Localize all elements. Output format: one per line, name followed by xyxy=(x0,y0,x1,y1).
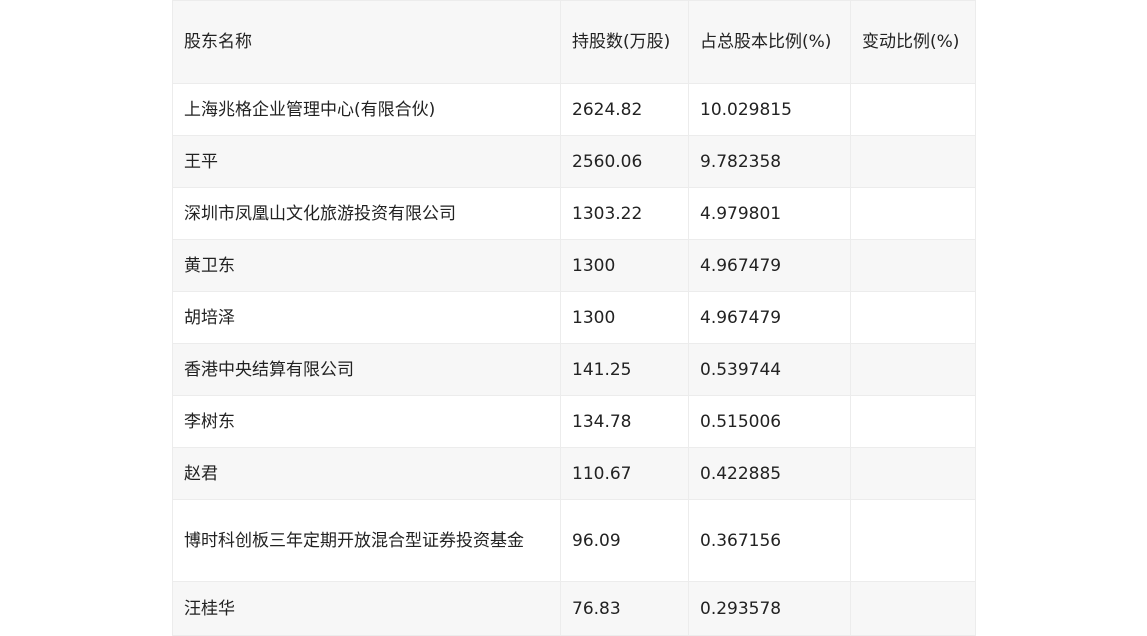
cell-shareholder-name: 深圳市凤凰山文化旅游投资有限公司 xyxy=(172,187,561,240)
cell-shares-held: 141.25 xyxy=(560,343,689,396)
table-row: 深圳市凤凰山文化旅游投资有限公司 1303.22 4.979801 xyxy=(172,187,976,240)
cell-shares-held: 1303.22 xyxy=(560,187,689,240)
cell-change-ratio xyxy=(850,499,976,582)
cell-shares-held: 76.83 xyxy=(560,581,689,636)
cell-share-ratio: 4.979801 xyxy=(688,187,851,240)
cell-share-ratio: 9.782358 xyxy=(688,135,851,188)
cell-change-ratio xyxy=(850,581,976,636)
cell-share-ratio: 0.515006 xyxy=(688,395,851,448)
cell-share-ratio: 10.029815 xyxy=(688,83,851,136)
cell-change-ratio xyxy=(850,343,976,396)
cell-change-ratio xyxy=(850,239,976,292)
cell-shares-held: 134.78 xyxy=(560,395,689,448)
cell-shares-held: 2560.06 xyxy=(560,135,689,188)
cell-change-ratio xyxy=(850,291,976,344)
table-row: 胡培泽 1300 4.967479 xyxy=(172,291,976,344)
cell-change-ratio xyxy=(850,187,976,240)
cell-shareholder-name: 上海兆格企业管理中心(有限合伙) xyxy=(172,83,561,136)
cell-change-ratio xyxy=(850,447,976,500)
cell-shareholder-name: 赵君 xyxy=(172,447,561,500)
table-row: 博时科创板三年定期开放混合型证券投资基金 96.09 0.367156 xyxy=(172,499,976,582)
cell-shares-held: 96.09 xyxy=(560,499,689,582)
table-row: 上海兆格企业管理中心(有限合伙) 2624.82 10.029815 xyxy=(172,83,976,136)
shareholder-table: 股东名称 持股数(万股) 占总股本比例(%) 变动比例(%) 上海兆格企业管理中… xyxy=(172,0,976,636)
cell-shareholder-name: 李树东 xyxy=(172,395,561,448)
cell-shareholder-name: 汪桂华 xyxy=(172,581,561,636)
cell-share-ratio: 0.293578 xyxy=(688,581,851,636)
table-row: 赵君 110.67 0.422885 xyxy=(172,447,976,500)
cell-change-ratio xyxy=(850,395,976,448)
cell-shares-held: 110.67 xyxy=(560,447,689,500)
cell-shareholder-name: 香港中央结算有限公司 xyxy=(172,343,561,396)
table-row: 王平 2560.06 9.782358 xyxy=(172,135,976,188)
cell-shareholder-name: 黄卫东 xyxy=(172,239,561,292)
cell-share-ratio: 4.967479 xyxy=(688,239,851,292)
cell-shareholder-name: 胡培泽 xyxy=(172,291,561,344)
header-shares-held: 持股数(万股) xyxy=(560,0,689,84)
cell-shareholder-name: 王平 xyxy=(172,135,561,188)
cell-share-ratio: 0.422885 xyxy=(688,447,851,500)
cell-share-ratio: 4.967479 xyxy=(688,291,851,344)
header-share-ratio: 占总股本比例(%) xyxy=(688,0,851,84)
cell-change-ratio xyxy=(850,135,976,188)
table-row: 香港中央结算有限公司 141.25 0.539744 xyxy=(172,343,976,396)
table-row: 汪桂华 76.83 0.293578 xyxy=(172,581,976,636)
cell-shares-held: 1300 xyxy=(560,291,689,344)
table-row: 李树东 134.78 0.515006 xyxy=(172,395,976,448)
cell-shares-held: 2624.82 xyxy=(560,83,689,136)
cell-share-ratio: 0.539744 xyxy=(688,343,851,396)
cell-shareholder-name: 博时科创板三年定期开放混合型证券投资基金 xyxy=(172,499,561,582)
table-header-row: 股东名称 持股数(万股) 占总股本比例(%) 变动比例(%) xyxy=(172,0,976,84)
cell-change-ratio xyxy=(850,83,976,136)
header-change-ratio: 变动比例(%) xyxy=(850,0,976,84)
table-row: 黄卫东 1300 4.967479 xyxy=(172,239,976,292)
cell-share-ratio: 0.367156 xyxy=(688,499,851,582)
header-shareholder-name: 股东名称 xyxy=(172,0,561,84)
shareholder-table-container: 股东名称 持股数(万股) 占总股本比例(%) 变动比例(%) 上海兆格企业管理中… xyxy=(172,0,976,636)
cell-shares-held: 1300 xyxy=(560,239,689,292)
